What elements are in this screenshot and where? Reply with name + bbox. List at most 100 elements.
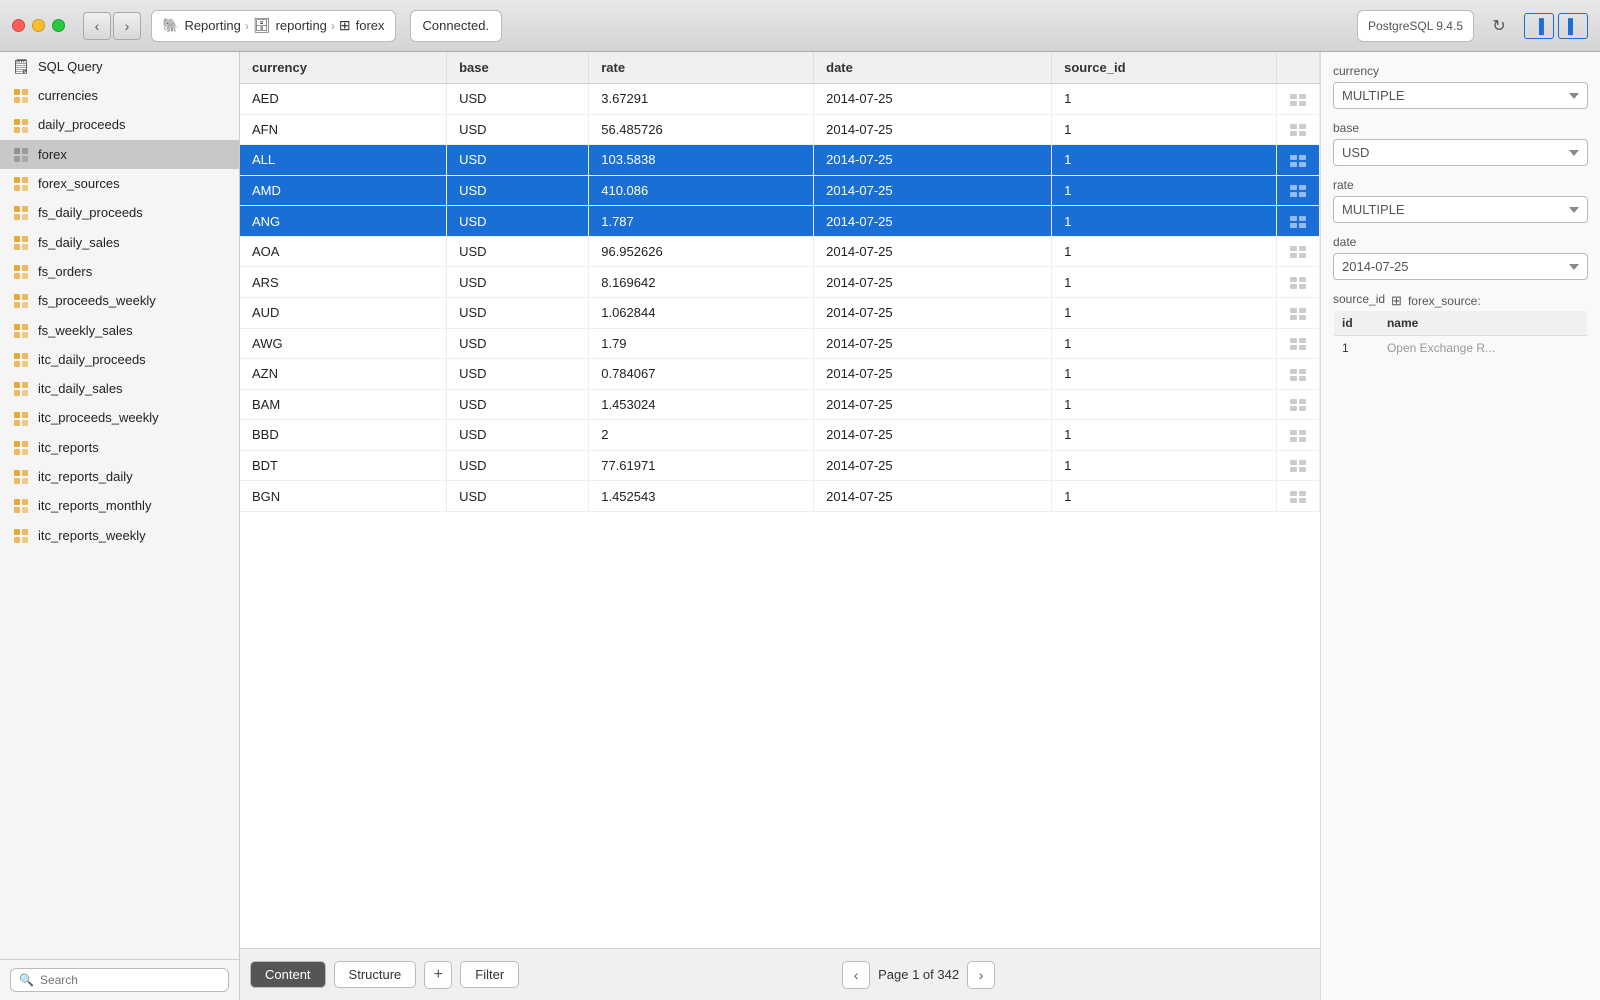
- add-row-button[interactable]: +: [424, 961, 452, 989]
- sidebar-item-label: daily_proceeds: [38, 117, 125, 132]
- cell-icon[interactable]: [1277, 420, 1320, 451]
- currency-filter-label: currency: [1333, 64, 1588, 78]
- close-button[interactable]: [12, 19, 25, 32]
- breadcrumb-table[interactable]: ⊞ forex: [339, 17, 385, 34]
- cell-icon[interactable]: [1277, 359, 1320, 390]
- table-row[interactable]: AMDUSD410.0862014-07-251: [240, 175, 1320, 206]
- content-tab[interactable]: Content: [250, 961, 326, 988]
- panel-toggle-button[interactable]: ▌: [1558, 13, 1588, 39]
- sidebar-item-sql-query[interactable]: 🗒SQL Query: [0, 52, 239, 81]
- fk-table: id name 1 Open Exchange R...: [1333, 310, 1588, 361]
- cell-icon[interactable]: [1277, 114, 1320, 145]
- col-header-currency[interactable]: currency: [240, 52, 447, 84]
- pagination: ‹ Page 1 of 342 ›: [527, 961, 1310, 989]
- cell-icon[interactable]: [1277, 481, 1320, 512]
- date-filter-select[interactable]: 2014-07-25: [1333, 253, 1588, 280]
- back-button[interactable]: ‹: [83, 12, 111, 40]
- search-icon: 🔍: [19, 973, 34, 987]
- table-grid-icon: [12, 439, 30, 456]
- table-grid-icon: [12, 497, 30, 514]
- cell-icon[interactable]: [1277, 145, 1320, 176]
- refresh-button[interactable]: ↻: [1484, 11, 1514, 41]
- table-grid-icon: [12, 380, 30, 397]
- prev-page-button[interactable]: ‹: [842, 961, 870, 989]
- next-page-button[interactable]: ›: [967, 961, 995, 989]
- table-row[interactable]: AOAUSD96.9526262014-07-251: [240, 236, 1320, 267]
- rate-filter-select[interactable]: MULTIPLE: [1333, 196, 1588, 223]
- table-row[interactable]: ALLUSD103.58382014-07-251: [240, 145, 1320, 176]
- cell-icon[interactable]: [1277, 450, 1320, 481]
- sidebar-item-fs-daily-sales[interactable]: fs_daily_sales: [0, 227, 239, 256]
- col-header-base[interactable]: base: [447, 52, 589, 84]
- cell-base: USD: [447, 175, 589, 206]
- table-row[interactable]: AWGUSD1.792014-07-251: [240, 328, 1320, 359]
- table-row[interactable]: ANGUSD1.7872014-07-251: [240, 206, 1320, 237]
- cell-currency: ARS: [240, 267, 447, 298]
- source-id-label: source_id: [1333, 292, 1385, 306]
- structure-tab[interactable]: Structure: [334, 961, 417, 988]
- sidebar-item-fs-weekly-sales[interactable]: fs_weekly_sales: [0, 315, 239, 344]
- sidebar-item-daily-proceeds[interactable]: daily_proceeds: [0, 110, 239, 139]
- sidebar-item-itc-daily-proceeds[interactable]: itc_daily_proceeds: [0, 345, 239, 374]
- base-filter-select[interactable]: USD: [1333, 139, 1588, 166]
- sidebar-item-itc-proceeds-weekly[interactable]: itc_proceeds_weekly: [0, 403, 239, 432]
- cell-date: 2014-07-25: [814, 359, 1052, 390]
- col-header-source-id[interactable]: source_id: [1052, 52, 1277, 84]
- breadcrumb-schema[interactable]: 🗄 reporting: [253, 17, 327, 34]
- col-header-date[interactable]: date: [814, 52, 1052, 84]
- content-area: currency base rate date source_id AEDUSD…: [240, 52, 1320, 1000]
- rate-filter: rate MULTIPLE: [1333, 178, 1588, 223]
- sidebar-item-itc-reports-weekly[interactable]: itc_reports_weekly: [0, 520, 239, 549]
- table-row[interactable]: AZNUSD0.7840672014-07-251: [240, 359, 1320, 390]
- forward-button[interactable]: ›: [113, 12, 141, 40]
- sidebar-item-itc-daily-sales[interactable]: itc_daily_sales: [0, 374, 239, 403]
- sidebar-item-label: fs_daily_proceeds: [38, 205, 143, 220]
- cell-currency: BBD: [240, 420, 447, 451]
- table-icon: ⊞: [339, 17, 351, 34]
- table-row[interactable]: BBDUSD22014-07-251: [240, 420, 1320, 451]
- cell-icon[interactable]: [1277, 236, 1320, 267]
- table-row[interactable]: AUDUSD1.0628442014-07-251: [240, 297, 1320, 328]
- cell-icon[interactable]: [1277, 328, 1320, 359]
- cell-icon[interactable]: [1277, 84, 1320, 115]
- sidebar-item-fs-orders[interactable]: fs_orders: [0, 257, 239, 286]
- table-row[interactable]: ARSUSD8.1696422014-07-251: [240, 267, 1320, 298]
- table-row[interactable]: BGNUSD1.4525432014-07-251: [240, 481, 1320, 512]
- table-row[interactable]: AEDUSD3.672912014-07-251: [240, 84, 1320, 115]
- cell-currency: ANG: [240, 206, 447, 237]
- filter-button[interactable]: Filter: [460, 961, 519, 988]
- search-input[interactable]: [40, 973, 220, 987]
- table-grid-icon: [12, 146, 30, 163]
- table-row[interactable]: BDTUSD77.619712014-07-251: [240, 450, 1320, 481]
- breadcrumb-sep-1: ›: [245, 19, 249, 33]
- sidebar-item-label: itc_daily_proceeds: [38, 352, 146, 367]
- cell-icon[interactable]: [1277, 175, 1320, 206]
- cell-icon[interactable]: [1277, 206, 1320, 237]
- col-header-rate[interactable]: rate: [589, 52, 814, 84]
- sidebar-item-itc-reports[interactable]: itc_reports: [0, 433, 239, 462]
- cell-date: 2014-07-25: [814, 267, 1052, 298]
- currency-filter-select[interactable]: MULTIPLE: [1333, 82, 1588, 109]
- cell-base: USD: [447, 145, 589, 176]
- cell-icon[interactable]: [1277, 267, 1320, 298]
- bottom-bar: Content Structure + Filter ‹ Page 1 of 3…: [240, 948, 1320, 1000]
- cell-icon[interactable]: [1277, 389, 1320, 420]
- sidebar-item-itc-reports-monthly[interactable]: itc_reports_monthly: [0, 491, 239, 520]
- sidebar-item-fs-proceeds-weekly[interactable]: fs_proceeds_weekly: [0, 286, 239, 315]
- minimize-button[interactable]: [32, 19, 45, 32]
- sidebar-item-currencies[interactable]: currencies: [0, 81, 239, 110]
- sidebar-item-fs-daily-proceeds[interactable]: fs_daily_proceeds: [0, 198, 239, 227]
- sidebar-item-label: itc_reports_daily: [38, 469, 133, 484]
- sidebar-item-forex[interactable]: forex: [0, 140, 239, 169]
- sidebar-item-forex-sources[interactable]: forex_sources: [0, 169, 239, 198]
- cell-base: USD: [447, 359, 589, 390]
- table-row[interactable]: AFNUSD56.4857262014-07-251: [240, 114, 1320, 145]
- cell-currency: AMD: [240, 175, 447, 206]
- fullscreen-button[interactable]: [52, 19, 65, 32]
- sidebar-toggle-button[interactable]: ▐: [1524, 13, 1554, 39]
- sidebar-item-itc-reports-daily[interactable]: itc_reports_daily: [0, 462, 239, 491]
- page-label: Page 1 of 342: [878, 967, 959, 982]
- table-row[interactable]: BAMUSD1.4530242014-07-251: [240, 389, 1320, 420]
- breadcrumb-db[interactable]: 🐘 Reporting: [162, 17, 241, 34]
- cell-icon[interactable]: [1277, 297, 1320, 328]
